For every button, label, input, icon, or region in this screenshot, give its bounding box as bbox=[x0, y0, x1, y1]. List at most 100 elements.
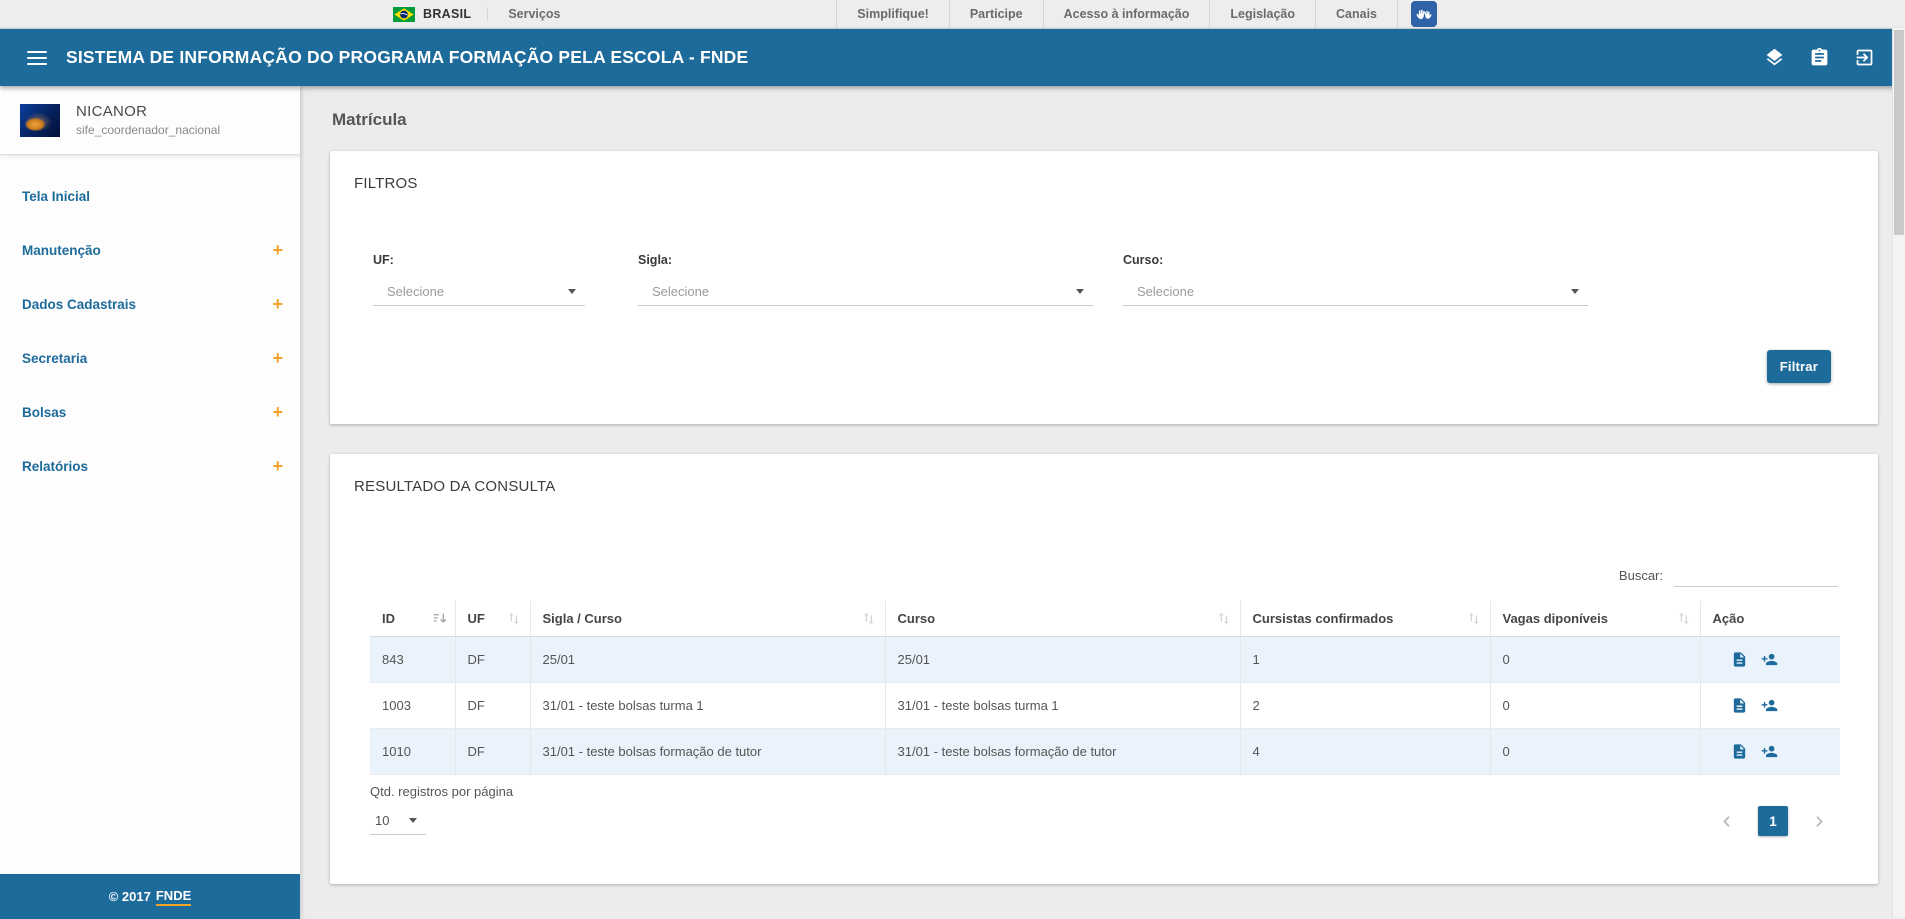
layers-icon[interactable] bbox=[1764, 47, 1785, 68]
table-header-row: ID UF Sigla / Curso Curso Cursistas conf… bbox=[370, 601, 1840, 637]
scrollbar[interactable] bbox=[1892, 28, 1905, 918]
table-row: 1010 DF 31/01 - teste bolsas formação de… bbox=[370, 728, 1840, 776]
cell-acao bbox=[1700, 682, 1840, 730]
sort-desc-icon[interactable] bbox=[432, 611, 447, 626]
current-page-button[interactable]: 1 bbox=[1758, 806, 1788, 836]
cell-id: 1003 bbox=[370, 682, 456, 730]
expand-plus-icon[interactable]: + bbox=[272, 295, 283, 313]
cell-cursistas: 2 bbox=[1240, 682, 1491, 730]
sort-icon[interactable] bbox=[507, 611, 522, 626]
cell-curso: 31/01 - teste bolsas turma 1 bbox=[885, 682, 1241, 730]
gov-link-canais[interactable]: Canais bbox=[1315, 0, 1398, 28]
person-add-icon[interactable] bbox=[1761, 743, 1778, 760]
sort-icon[interactable] bbox=[862, 611, 877, 626]
cell-uf: DF bbox=[455, 636, 531, 684]
cell-cursistas: 4 bbox=[1240, 728, 1491, 776]
sort-icon[interactable] bbox=[1677, 611, 1692, 626]
next-page-button[interactable] bbox=[1811, 813, 1828, 830]
sidebar-item-bolsas[interactable]: Bolsas + bbox=[0, 385, 300, 439]
cell-id: 1010 bbox=[370, 728, 456, 776]
fnde-link[interactable]: FNDE bbox=[155, 888, 192, 906]
clipboard-icon[interactable] bbox=[1809, 47, 1830, 68]
document-icon[interactable] bbox=[1731, 743, 1748, 760]
search-input[interactable] bbox=[1674, 564, 1838, 587]
document-icon[interactable] bbox=[1731, 697, 1748, 714]
cell-curso: 25/01 bbox=[885, 636, 1241, 684]
cell-curso: 31/01 - teste bolsas formação de tutor bbox=[885, 728, 1241, 776]
cell-vagas: 0 bbox=[1490, 682, 1701, 730]
per-page-label: Qtd. registros por página bbox=[370, 784, 514, 799]
filter-field-curso: Curso: Selecione bbox=[1123, 253, 1588, 306]
sidebar-footer: © 2017 FNDE bbox=[0, 874, 300, 919]
expand-plus-icon[interactable]: + bbox=[272, 349, 283, 367]
column-header-uf[interactable]: UF bbox=[455, 601, 531, 637]
gov-link-participe[interactable]: Participe bbox=[948, 0, 1043, 28]
cell-vagas: 0 bbox=[1490, 636, 1701, 684]
brazil-flag-icon bbox=[393, 6, 415, 22]
filters-title: FILTROS bbox=[354, 175, 418, 192]
gov-link-servicos[interactable]: Serviços bbox=[487, 7, 580, 21]
curso-label: Curso: bbox=[1123, 253, 1164, 267]
expand-plus-icon[interactable]: + bbox=[272, 403, 283, 421]
column-header-cursistas[interactable]: Cursistas confirmados bbox=[1240, 601, 1491, 637]
caret-down-icon bbox=[1076, 289, 1084, 294]
app-header: SISTEMA DE INFORMAÇÃO DO PROGRAMA FORMAÇ… bbox=[0, 29, 1905, 86]
column-header-vagas[interactable]: Vagas diponíveis bbox=[1490, 601, 1701, 637]
brasil-label: BRASIL bbox=[423, 7, 472, 21]
cell-uf: DF bbox=[455, 728, 531, 776]
column-header-curso[interactable]: Curso bbox=[885, 601, 1241, 637]
logout-icon[interactable] bbox=[1854, 47, 1875, 68]
sigla-select[interactable]: Selecione bbox=[638, 278, 1093, 306]
menu-icon[interactable] bbox=[27, 50, 47, 65]
document-icon[interactable] bbox=[1731, 651, 1748, 668]
sort-icon[interactable] bbox=[1467, 611, 1482, 626]
results-card: RESULTADO DA CONSULTA Buscar: ID UF Sigl… bbox=[330, 454, 1878, 884]
results-title: RESULTADO DA CONSULTA bbox=[354, 478, 556, 495]
cell-uf: DF bbox=[455, 682, 531, 730]
person-add-icon[interactable] bbox=[1761, 651, 1778, 668]
filters-card: FILTROS UF: Selecione Sigla: Selecione C… bbox=[330, 151, 1878, 424]
copyright-label: © 2017 bbox=[108, 889, 151, 904]
page-title: Matrícula bbox=[332, 110, 407, 129]
per-page-select[interactable]: 10 bbox=[370, 807, 426, 835]
uf-select[interactable]: Selecione bbox=[373, 278, 585, 306]
search-label: Buscar: bbox=[1618, 567, 1663, 583]
column-header-id[interactable]: ID bbox=[370, 601, 456, 637]
expand-plus-icon[interactable]: + bbox=[272, 241, 283, 259]
column-header-sigla-curso[interactable]: Sigla / Curso bbox=[530, 601, 886, 637]
sidebar-item-dados-cadastrais[interactable]: Dados Cadastrais + bbox=[0, 277, 300, 331]
person-add-icon[interactable] bbox=[1761, 697, 1778, 714]
results-table: ID UF Sigla / Curso Curso Cursistas conf… bbox=[370, 601, 1840, 776]
user-name: NICANOR bbox=[76, 103, 148, 120]
sidebar-menu: Tela Inicial Manutenção + Dados Cadastra… bbox=[0, 155, 300, 493]
gov-link-simplifique[interactable]: Simplifique! bbox=[836, 0, 949, 28]
cell-cursistas: 1 bbox=[1240, 636, 1491, 684]
table-row: 843 DF 25/01 25/01 1 0 bbox=[370, 636, 1840, 684]
main-content: Matrícula FILTROS UF: Selecione Sigla: S… bbox=[300, 86, 1905, 919]
caret-down-icon bbox=[1571, 289, 1579, 294]
caret-down-icon bbox=[568, 289, 576, 294]
filtrar-button[interactable]: Filtrar bbox=[1766, 350, 1831, 383]
column-header-acao: Ação bbox=[1700, 601, 1840, 637]
cell-sigla: 25/01 bbox=[530, 636, 886, 684]
prev-page-button[interactable] bbox=[1718, 813, 1735, 830]
caret-down-icon bbox=[409, 818, 417, 823]
sidebar-item-manutencao[interactable]: Manutenção + bbox=[0, 223, 300, 277]
sidebar-item-tela-inicial[interactable]: Tela Inicial bbox=[0, 169, 300, 223]
gov-link-legislacao[interactable]: Legislação bbox=[1209, 0, 1315, 28]
sidebar-item-secretaria[interactable]: Secretaria + bbox=[0, 331, 300, 385]
per-page-control: Qtd. registros por página 10 bbox=[370, 784, 513, 835]
curso-select[interactable]: Selecione bbox=[1123, 278, 1588, 306]
sidebar: NICANOR sife_coordenador_nacional Tela I… bbox=[0, 86, 300, 919]
filter-field-uf: UF: Selecione bbox=[373, 253, 585, 306]
expand-plus-icon[interactable]: + bbox=[272, 457, 283, 475]
sidebar-item-relatorios[interactable]: Relatórios + bbox=[0, 439, 300, 493]
vlibras-accessibility-icon[interactable] bbox=[1411, 0, 1437, 28]
uf-label: UF: bbox=[373, 253, 394, 267]
scrollbar-thumb[interactable] bbox=[1894, 30, 1904, 235]
pagination: 1 bbox=[1718, 806, 1828, 836]
sort-icon[interactable] bbox=[1217, 611, 1232, 626]
cell-sigla: 31/01 - teste bolsas formação de tutor bbox=[530, 728, 886, 776]
sigla-label: Sigla: bbox=[638, 253, 673, 267]
gov-link-acesso-informacao[interactable]: Acesso à informação bbox=[1042, 0, 1210, 28]
